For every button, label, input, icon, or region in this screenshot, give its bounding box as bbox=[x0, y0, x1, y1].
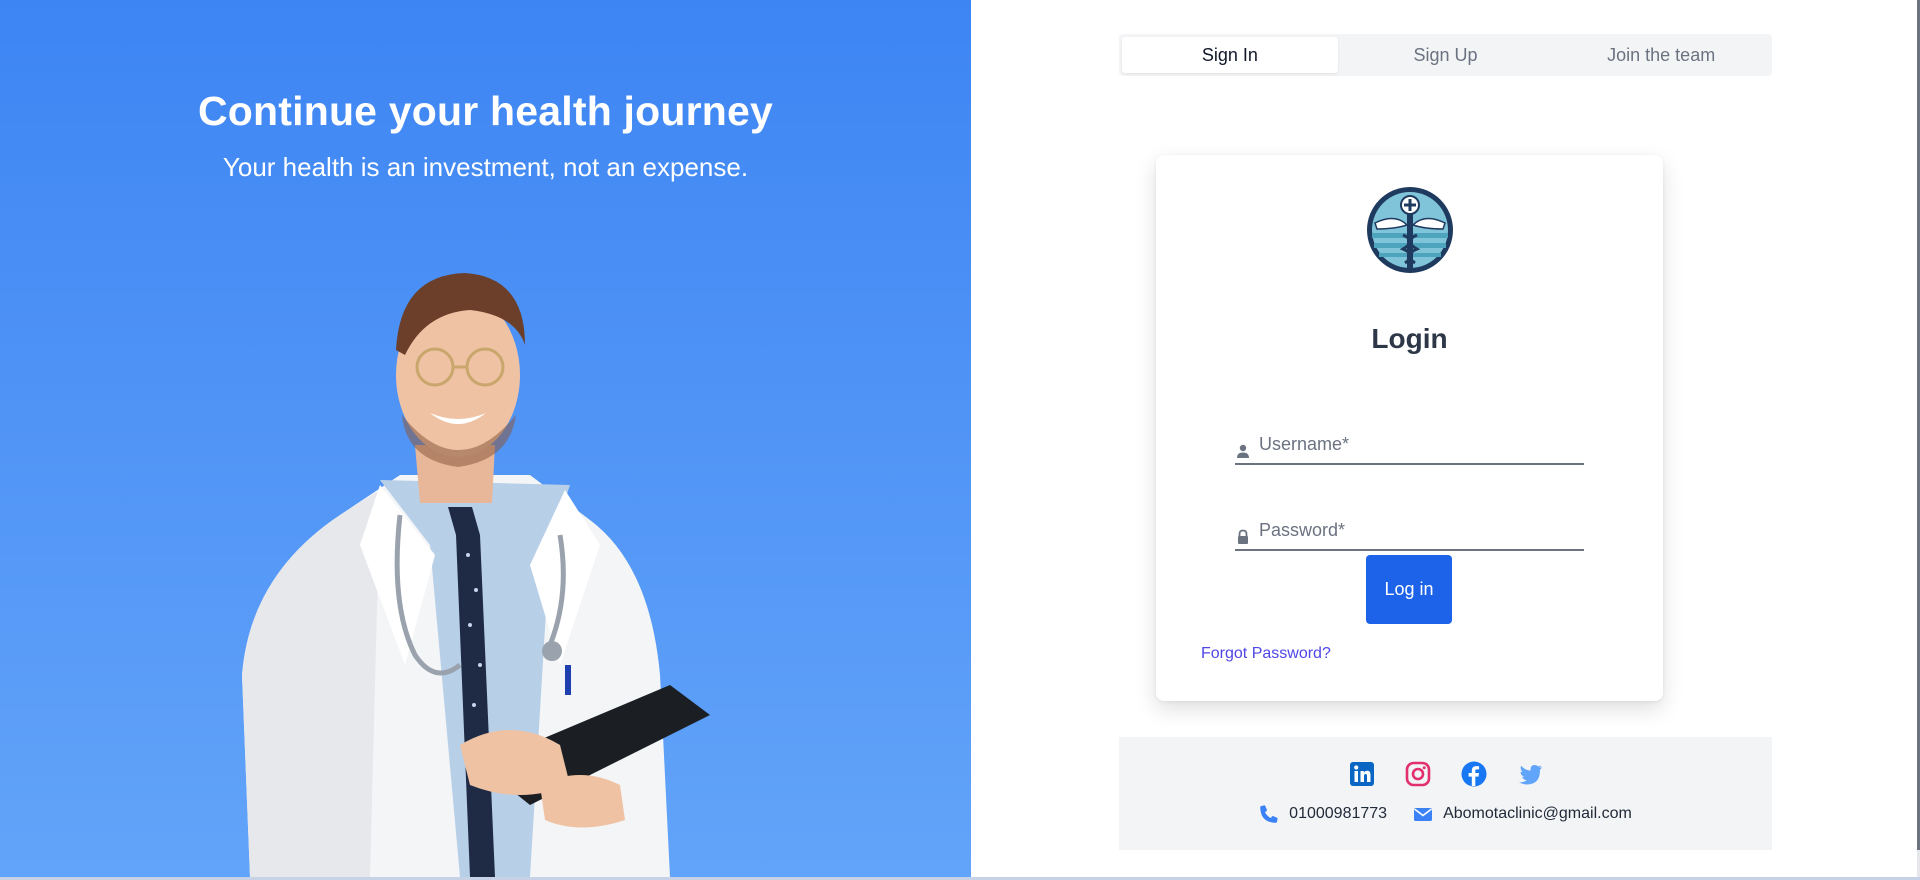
twitter-icon[interactable] bbox=[1516, 760, 1544, 788]
log-in-button[interactable]: Log in bbox=[1366, 555, 1452, 624]
login-card: Login Log in Forgot Password? bbox=[1156, 155, 1663, 701]
social-links bbox=[1119, 760, 1772, 788]
auth-panel: Sign In Sign Up Join the team Login User… bbox=[971, 0, 1917, 877]
email-contact: Abomotaclinic@gmail.com bbox=[1413, 804, 1632, 824]
contact-info: 01000981773 Abomotaclinic@gmail.com bbox=[1119, 804, 1772, 824]
instagram-icon[interactable] bbox=[1404, 760, 1432, 788]
username-field bbox=[1235, 425, 1584, 465]
user-icon bbox=[1237, 444, 1249, 458]
login-title: Login bbox=[1371, 323, 1448, 354]
hero-panel: Continue your health journey Your health… bbox=[0, 0, 971, 877]
envelope-icon bbox=[1414, 808, 1433, 821]
caduceus-logo bbox=[1367, 187, 1453, 273]
password-field bbox=[1235, 511, 1584, 551]
tab-sign-up[interactable]: Sign Up bbox=[1338, 37, 1554, 73]
hero-title: Continue your health journey bbox=[197, 88, 774, 134]
password-input[interactable] bbox=[1259, 520, 1584, 549]
phone-icon bbox=[1260, 805, 1278, 823]
doctor-image bbox=[242, 273, 710, 877]
email-address[interactable]: Abomotaclinic@gmail.com bbox=[1443, 805, 1632, 823]
tab-sign-in[interactable]: Sign In bbox=[1122, 37, 1338, 73]
linkedin-icon[interactable] bbox=[1348, 760, 1376, 788]
facebook-icon[interactable] bbox=[1460, 760, 1488, 788]
contact-footer: 01000981773 Abomotaclinic@gmail.com bbox=[1119, 737, 1772, 850]
hero-subtitle: Your health is an investment, not an exp… bbox=[222, 152, 749, 182]
lock-icon bbox=[1238, 529, 1248, 544]
tab-join-the-team[interactable]: Join the team bbox=[1553, 37, 1769, 73]
username-input[interactable] bbox=[1259, 434, 1584, 463]
phone-contact: 01000981773 bbox=[1259, 804, 1387, 824]
forgot-password-link[interactable]: Forgot Password? bbox=[1201, 645, 1331, 663]
phone-number[interactable]: 01000981773 bbox=[1289, 805, 1387, 823]
auth-tabs: Sign In Sign Up Join the team bbox=[1119, 34, 1772, 76]
